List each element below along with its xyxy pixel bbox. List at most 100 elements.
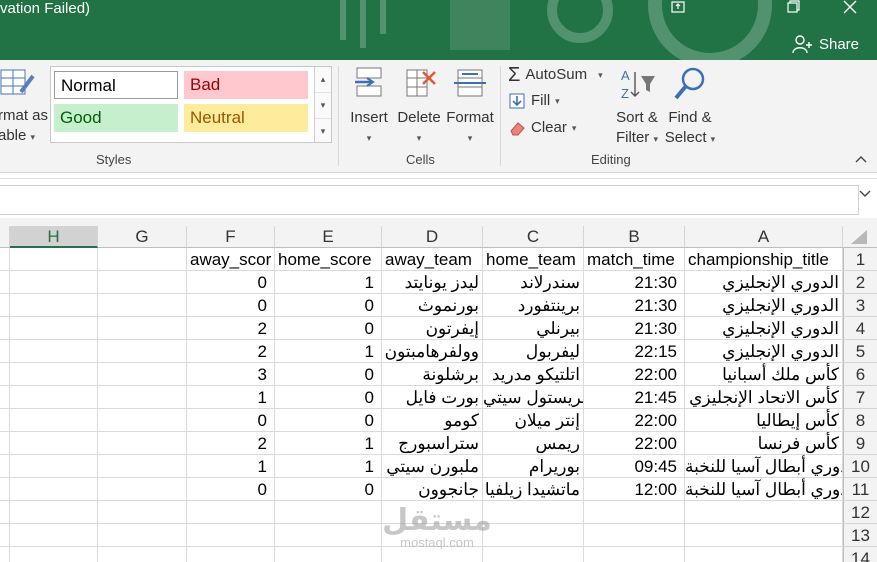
autosum-button[interactable]: Σ AutoSum ▾	[508, 65, 603, 85]
cell-f1[interactable]: away_scor	[187, 248, 275, 271]
cell-c13[interactable]	[483, 524, 584, 547]
cell-d10[interactable]: ملبورن سيتي	[382, 455, 483, 478]
close-icon[interactable]	[838, 0, 862, 18]
cell-c5[interactable]: ليفربول	[483, 340, 584, 363]
cell-g1[interactable]	[98, 248, 187, 271]
cell-b4[interactable]: 21:30	[584, 317, 685, 340]
cell-h5[interactable]	[10, 340, 98, 363]
cell-d3[interactable]: بورنموث	[382, 294, 483, 317]
cell-g8[interactable]	[98, 409, 187, 432]
cell-e13[interactable]	[275, 524, 382, 547]
cell[interactable]	[0, 432, 10, 455]
cell[interactable]	[0, 340, 10, 363]
cell-c14[interactable]	[483, 547, 584, 562]
cell-e11[interactable]: 0	[275, 478, 382, 501]
row-header-12[interactable]: 12	[843, 501, 877, 524]
cell-f8[interactable]: 0	[187, 409, 275, 432]
cell-g14[interactable]	[98, 547, 187, 562]
cell-e5[interactable]: 1	[275, 340, 382, 363]
cell-a6[interactable]: كأس ملك أسبانيا	[685, 363, 843, 386]
cell-b8[interactable]: 22:00	[584, 409, 685, 432]
style-good[interactable]: Good	[54, 104, 178, 132]
cell[interactable]	[0, 386, 10, 409]
cell-h4[interactable]	[10, 317, 98, 340]
expand-formula-bar-icon[interactable]	[859, 189, 871, 201]
cell-a2[interactable]: الدوري الإنجليزي	[685, 271, 843, 294]
cell-g5[interactable]	[98, 340, 187, 363]
cell-e4[interactable]: 0	[275, 317, 382, 340]
cell-e9[interactable]: 1	[275, 432, 382, 455]
cell-h12[interactable]	[10, 501, 98, 524]
cell-d5[interactable]: وولفرهامبتون	[382, 340, 483, 363]
row-header-1[interactable]: 1	[843, 248, 877, 271]
column-header-h[interactable]: H	[10, 226, 98, 248]
cell-b3[interactable]: 21:30	[584, 294, 685, 317]
cell-a11[interactable]: دوري أبطال آسيا للنخبة	[685, 478, 843, 501]
cell-g3[interactable]	[98, 294, 187, 317]
cell-e12[interactable]	[275, 501, 382, 524]
cell[interactable]	[0, 363, 10, 386]
delete-button[interactable]: Delete ▾	[395, 66, 443, 148]
find-select-button[interactable]: Find & Select ▾	[664, 66, 716, 149]
cell-f12[interactable]	[187, 501, 275, 524]
cell-c10[interactable]: بوريرام	[483, 455, 584, 478]
cell-e14[interactable]	[275, 547, 382, 562]
row-header-3[interactable]: 3	[843, 294, 877, 317]
collapse-ribbon-icon[interactable]	[855, 152, 867, 166]
cell-g11[interactable]	[98, 478, 187, 501]
cell-h11[interactable]	[10, 478, 98, 501]
format-button[interactable]: Format ▾	[446, 66, 494, 148]
cell-f7[interactable]: 1	[187, 386, 275, 409]
cell-f3[interactable]: 0	[187, 294, 275, 317]
cell-g4[interactable]	[98, 317, 187, 340]
insert-button[interactable]: Insert ▾	[345, 66, 393, 148]
cell-f14[interactable]	[187, 547, 275, 562]
cell-d7[interactable]: بورت فايل	[382, 386, 483, 409]
cell-e8[interactable]: 0	[275, 409, 382, 432]
row-header-14[interactable]: 14	[843, 547, 877, 562]
cell-b13[interactable]	[584, 524, 685, 547]
style-normal[interactable]: Normal	[54, 71, 178, 99]
formula-input[interactable]	[0, 185, 859, 215]
row-header-11[interactable]: 11	[843, 478, 877, 501]
cell-f10[interactable]: 1	[187, 455, 275, 478]
cell-b7[interactable]: 21:45	[584, 386, 685, 409]
row-header-10[interactable]: 10	[843, 455, 877, 478]
cell-b2[interactable]: 21:30	[584, 271, 685, 294]
cell-g12[interactable]	[98, 501, 187, 524]
cell-b5[interactable]: 22:15	[584, 340, 685, 363]
cell-h1[interactable]	[10, 248, 98, 271]
column-header-e[interactable]: E	[275, 226, 382, 248]
cell-f4[interactable]: 2	[187, 317, 275, 340]
maximize-icon[interactable]	[781, 0, 805, 18]
cell-a5[interactable]: الدوري الإنجليزي	[685, 340, 843, 363]
share-button[interactable]: Share	[787, 30, 863, 58]
cell-a12[interactable]	[685, 501, 843, 524]
row-header-5[interactable]: 5	[843, 340, 877, 363]
row-header-13[interactable]: 13	[843, 524, 877, 547]
cell-c3[interactable]: برينتفورد	[483, 294, 584, 317]
style-bad[interactable]: Bad	[184, 71, 308, 99]
cell-h9[interactable]	[10, 432, 98, 455]
cell-a8[interactable]: كأس إيطاليا	[685, 409, 843, 432]
cell-c11[interactable]: ماتشيدا زيلفيا	[483, 478, 584, 501]
cell-b11[interactable]: 12:00	[584, 478, 685, 501]
cell-c7[interactable]: بريستول سيتي	[483, 386, 584, 409]
cell-b9[interactable]: 22:00	[584, 432, 685, 455]
column-header-g[interactable]: G	[98, 226, 187, 248]
gallery-scroll[interactable]: ▴ ▾ ▾	[314, 67, 331, 142]
cell[interactable]	[0, 524, 10, 547]
cell-a1[interactable]: championship_title	[685, 248, 843, 271]
cell-c12[interactable]	[483, 501, 584, 524]
format-as-table-button[interactable]: rmat as able ▾	[0, 66, 48, 147]
cell-e7[interactable]: 0	[275, 386, 382, 409]
cell-a13[interactable]	[685, 524, 843, 547]
cell-f2[interactable]: 0	[187, 271, 275, 294]
cell-a9[interactable]: كأس فرنسا	[685, 432, 843, 455]
style-neutral[interactable]: Neutral	[184, 104, 308, 132]
cell-e1[interactable]: home_score	[275, 248, 382, 271]
cell-e10[interactable]: 1	[275, 455, 382, 478]
cell-d2[interactable]: ليدز يونايتد	[382, 271, 483, 294]
cell-h8[interactable]	[10, 409, 98, 432]
column-header-a[interactable]: A	[685, 226, 843, 248]
